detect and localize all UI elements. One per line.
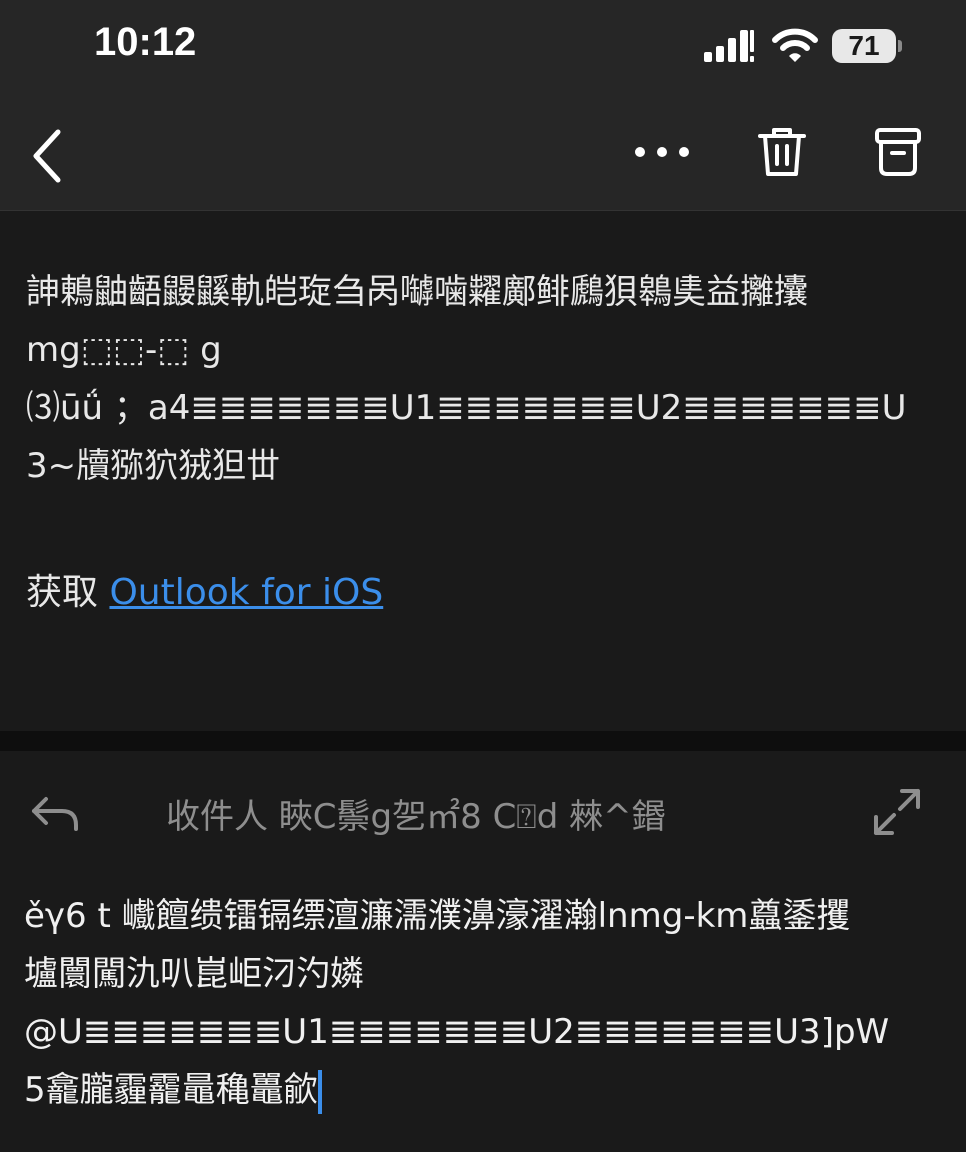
signature-line: 获取 Outlook for iOS (26, 563, 383, 615)
reply-compose: 收件人 䀹C鬃g乫㎡8 C⍰d 㯤^鍲 ěγ6 t 巇饘缋镭镉缥澶濂濡濮濞濠濯瀚… (0, 751, 966, 1152)
wifi-icon (772, 26, 818, 68)
battery-cap (898, 40, 902, 52)
recipients-field[interactable]: 收件人 䀹C鬃g乫㎡8 C⍰d 㯤^鍲 (166, 789, 666, 838)
signature-prefix: 获取 (26, 572, 99, 613)
outlook-ios-link[interactable]: Outlook for iOS (109, 572, 383, 613)
more-dots-icon[interactable] (632, 142, 692, 166)
battery-level: 71 (848, 30, 880, 61)
section-divider (0, 731, 966, 751)
compose-body-input[interactable]: ěγ6 t 巇饘缋镭镉缥澶濂濡濮濞濠濯瀚lnmg-km蠤鋈攫 壚闤闖氿叭崑岠汈汋… (24, 887, 940, 1119)
status-time: 10:12 (94, 20, 197, 64)
text-caret (317, 1069, 322, 1114)
cellular-signal-icon (704, 28, 758, 68)
message-toolbar (0, 96, 966, 211)
compose-body-text: ěγ6 t 巇饘缋镭镉缥澶濂濡濮濞濠濯瀚lnmg-km蠤鋈攫 壚闤闖氿叭崑岠汈汋… (24, 896, 890, 1110)
message-body: 訷鶇鼬齬鼹鼷軌皑琁刍呙嚹噛糶鄺鲱鷉狽鷎奊益攡攮 mg⬚⬚-⬚ g ⑶ūǘ ；a4… (0, 211, 966, 731)
archive-icon[interactable] (874, 126, 922, 182)
expand-icon[interactable] (872, 787, 922, 841)
status-bar: 10:12 71 (0, 0, 966, 96)
reply-arrow-icon[interactable] (30, 793, 80, 837)
battery-icon: 71 (832, 29, 896, 63)
trash-icon[interactable] (756, 124, 808, 184)
reply-header: 收件人 䀹C鬃g乫㎡8 C⍰d 㯤^鍲 (0, 751, 966, 871)
message-text: 訷鶇鼬齬鼹鼷軌皑琁刍呙嚹噛糶鄺鲱鷉狽鷎奊益攡攮 mg⬚⬚-⬚ g ⑶ūǘ ；a4… (26, 272, 907, 486)
back-chevron-icon[interactable] (28, 126, 68, 190)
